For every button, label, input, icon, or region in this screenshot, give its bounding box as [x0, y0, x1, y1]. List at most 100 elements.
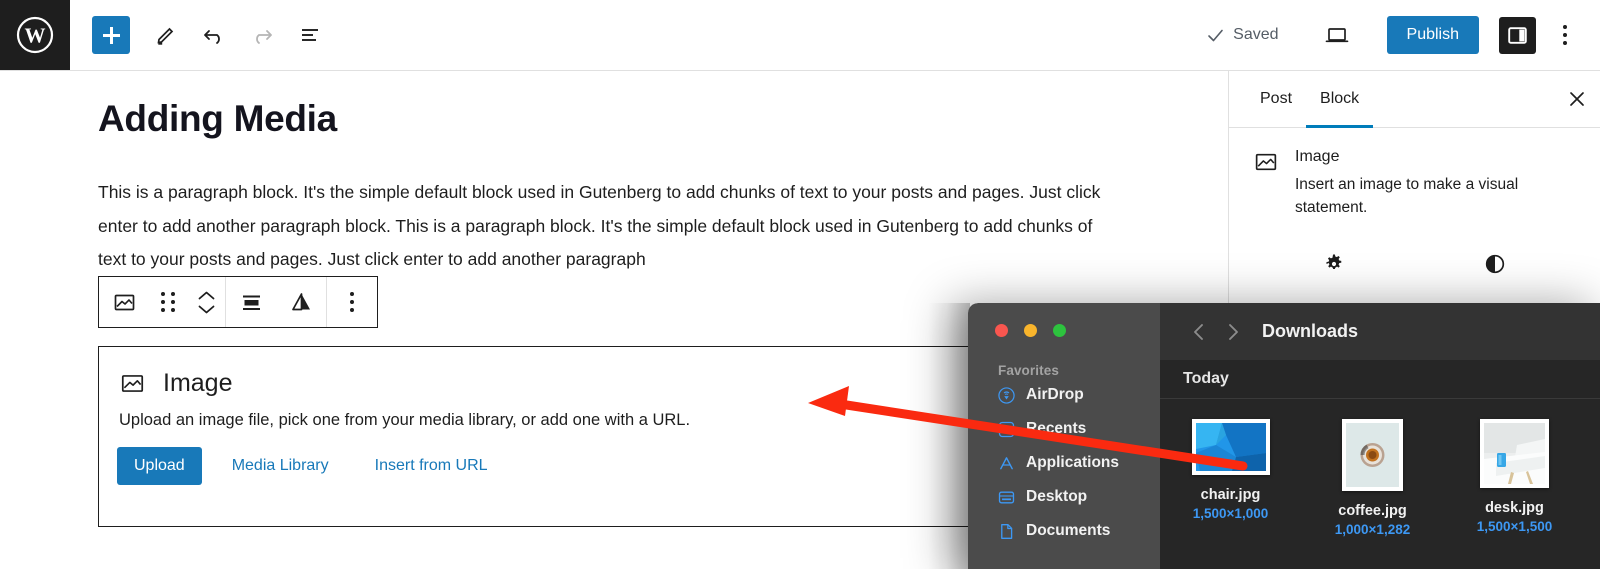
- header-left-tools: [70, 11, 334, 59]
- wordpress-logo-button[interactable]: W: [0, 0, 70, 70]
- editor-header: W Saved Publish: [0, 0, 1600, 71]
- insert-from-url-button[interactable]: Insert from URL: [359, 457, 504, 475]
- image-block-title: Image: [163, 369, 233, 397]
- sidebar-panel-icon: [1508, 26, 1527, 44]
- sidebar-item-label: AirDrop: [1026, 386, 1084, 403]
- finder-group-header: Today: [1160, 360, 1600, 399]
- sidebar-item-label: Documents: [1026, 522, 1111, 539]
- list-view-button[interactable]: [286, 11, 334, 59]
- file-thumbnail-frame: [1191, 419, 1270, 475]
- svg-text:?: ?: [1004, 424, 1009, 434]
- sidebar-item-recents[interactable]: ? Recents: [998, 412, 1160, 446]
- move-block-buttons[interactable]: [187, 277, 225, 327]
- screen: W Saved Publish Adding Media This is a p…: [0, 0, 1600, 569]
- file-item-chair[interactable]: chair.jpg 1,500×1,000: [1182, 419, 1279, 537]
- image-block-icon: [114, 294, 134, 310]
- block-type-button[interactable]: [99, 277, 149, 327]
- block-card-text: Image Insert an image to make a visual s…: [1295, 148, 1576, 220]
- drag-handle-button[interactable]: [149, 277, 187, 327]
- documents-icon: [1001, 523, 1013, 539]
- finder-file-grid: chair.jpg 1,500×1,000 coffee.jpg 1,000×1…: [1160, 399, 1600, 537]
- file-name: desk.jpg: [1485, 500, 1544, 516]
- checkmark-icon: [1208, 29, 1223, 41]
- vertical-ellipsis-icon: [350, 292, 354, 312]
- airdrop-icon: [998, 386, 1015, 404]
- sidebar-item-label: Desktop: [1026, 488, 1088, 505]
- tab-block-settings[interactable]: [1253, 242, 1415, 286]
- sidebar-item-label: Applications: [1026, 454, 1120, 471]
- block-card-title: Image: [1295, 148, 1340, 165]
- paragraph-block[interactable]: This is a paragraph block. It's the simp…: [98, 176, 1116, 277]
- edit-tool-button[interactable]: [142, 11, 190, 59]
- chevron-left-icon: [1194, 323, 1203, 340]
- sidebar-item-desktop[interactable]: Desktop: [998, 480, 1160, 514]
- redo-arrow-icon: [256, 30, 272, 44]
- coffee-cup-photo: [1346, 423, 1399, 487]
- add-block-button[interactable]: [92, 16, 130, 54]
- tab-block-styles[interactable]: [1415, 242, 1577, 286]
- finder-content-pane: Downloads Today chair.jpg 1,500×1,000 co…: [1160, 303, 1600, 569]
- tab-post[interactable]: Post: [1246, 71, 1306, 127]
- file-item-desk[interactable]: desk.jpg 1,500×1,500: [1466, 419, 1563, 537]
- block-toolbar-group-more: [327, 277, 377, 327]
- file-name: chair.jpg: [1200, 487, 1261, 503]
- sidebar-item-documents[interactable]: Documents: [998, 514, 1160, 548]
- file-dimensions: 1,000×1,282: [1334, 522, 1411, 537]
- image-block-icon: [121, 375, 144, 392]
- align-block-icon: [242, 295, 260, 310]
- move-chevrons: [198, 291, 215, 314]
- block-more-options-button[interactable]: [327, 277, 377, 327]
- finder-window-title: Downloads: [1262, 321, 1359, 341]
- change-alignment-button[interactable]: [276, 277, 326, 327]
- upload-button[interactable]: Upload: [117, 447, 202, 485]
- chevron-up-icon: [198, 291, 214, 299]
- file-item-coffee[interactable]: coffee.jpg 1,000×1,282: [1324, 419, 1421, 537]
- laptop-preview-icon: [1325, 28, 1348, 43]
- change-alignment-icon: [291, 292, 310, 310]
- saved-status[interactable]: Saved: [1207, 26, 1279, 44]
- drag-handle-icon: [161, 292, 175, 312]
- finder-window[interactable]: Favorites AirDrop ? Recents Applications…: [968, 303, 1600, 569]
- list-view-icon: [302, 29, 318, 41]
- preview-button[interactable]: [1313, 11, 1361, 59]
- wordpress-logo-icon: W: [16, 16, 54, 54]
- maximize-green-button[interactable]: [1053, 324, 1066, 337]
- close-sidebar-button[interactable]: [1554, 71, 1600, 127]
- recents-clock-icon: ?: [998, 421, 1015, 437]
- undo-arrow-icon: [204, 30, 220, 44]
- align-block-button[interactable]: [226, 277, 276, 327]
- sidebar-item-airdrop[interactable]: AirDrop: [998, 378, 1160, 412]
- block-toolbar-group-block: [99, 277, 225, 327]
- redo-button[interactable]: [238, 11, 286, 59]
- file-dimensions: 1,500×1,500: [1476, 519, 1553, 534]
- block-toolbar: [98, 276, 378, 328]
- file-name: coffee.jpg: [1338, 503, 1407, 519]
- saved-label: Saved: [1233, 26, 1279, 43]
- close-red-button[interactable]: [995, 324, 1008, 337]
- file-thumbnail-frame: [1342, 419, 1403, 491]
- header-right-tools: Saved Publish: [1207, 11, 1600, 59]
- white-desk-photo: [1484, 423, 1545, 484]
- tab-block[interactable]: Block: [1306, 71, 1374, 128]
- sidebar-item-applications[interactable]: Applications: [998, 446, 1160, 480]
- file-dimensions: 1,500×1,000: [1192, 506, 1269, 521]
- sidebar-tabs: Post Block: [1229, 71, 1600, 128]
- publish-button[interactable]: Publish: [1386, 16, 1479, 54]
- undo-button[interactable]: [190, 11, 238, 59]
- editor-options-button[interactable]: [1548, 15, 1582, 55]
- media-library-button[interactable]: Media Library: [216, 457, 345, 475]
- plus-icon: [102, 26, 120, 44]
- sidebar-item-label: Recents: [1026, 420, 1087, 437]
- finder-forward-button[interactable]: [1216, 322, 1250, 342]
- vertical-ellipsis-icon: [1563, 25, 1567, 45]
- svg-text:W: W: [25, 24, 46, 48]
- window-traffic-lights: [968, 303, 1160, 337]
- settings-sidebar-toggle[interactable]: [1499, 16, 1536, 54]
- finder-toolbar: Downloads: [1160, 303, 1600, 360]
- sidebar-body: Image Insert an image to make a visual s…: [1229, 128, 1600, 286]
- minimize-yellow-button[interactable]: [1024, 324, 1037, 337]
- page-title[interactable]: Adding Media: [98, 98, 1228, 140]
- finder-back-button[interactable]: [1182, 322, 1216, 342]
- chevron-right-icon: [1229, 323, 1238, 340]
- sidebar-icon-tabs: [1253, 242, 1576, 286]
